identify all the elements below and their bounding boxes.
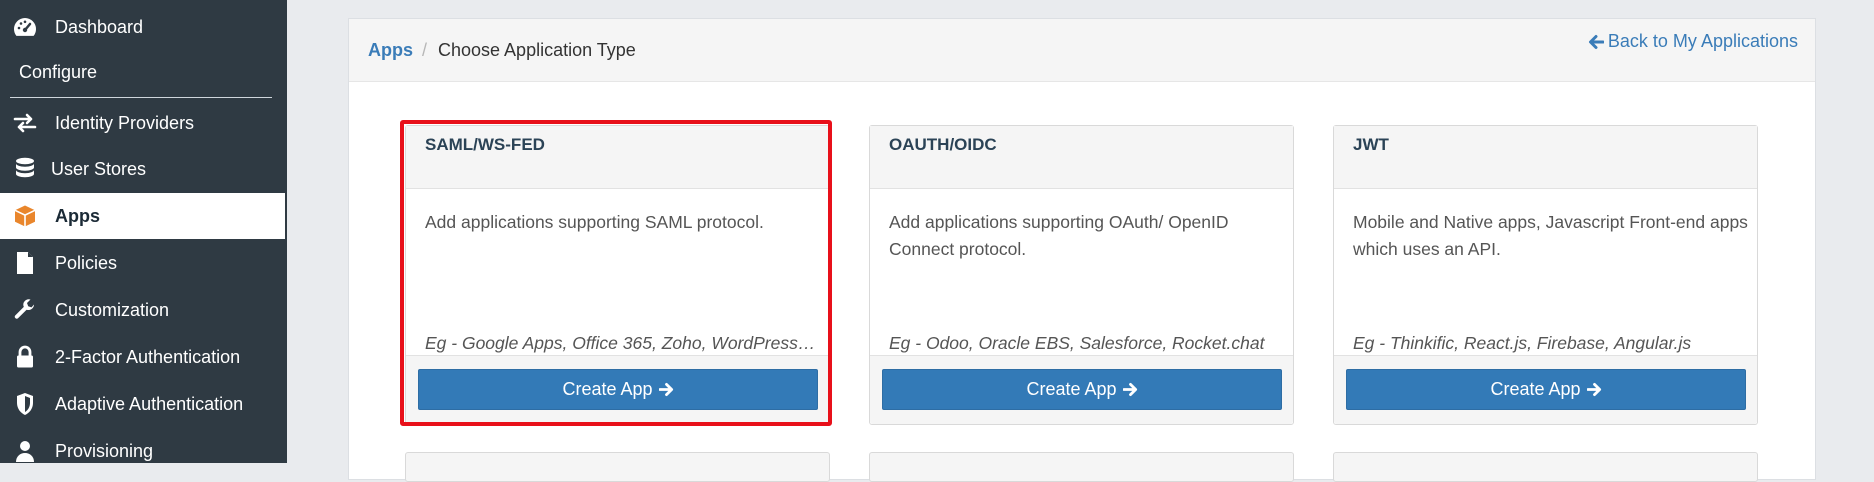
back-link-label: Back to My Applications [1607, 31, 1798, 51]
card-next-row [1333, 452, 1758, 482]
card-examples: Eg - Google Apps, Office 365, Zoho, Word… [425, 333, 820, 353]
card-description: Add applications supporting OAuth/ OpenI… [889, 212, 1229, 259]
card-examples: Eg - Odoo, Oracle EBS, Salesforce, Rocke… [889, 333, 1265, 353]
card-title: OAUTH/OIDC [870, 126, 1293, 189]
document-icon [12, 250, 38, 276]
sidebar-item-label: Customization [55, 299, 170, 320]
sidebar-item-label: Adaptive Authentication [55, 393, 244, 414]
card-footer: Create App [1334, 355, 1757, 424]
sidebar-item-label: Dashboard [55, 16, 144, 37]
create-app-button-jwt[interactable]: Create App [1346, 369, 1746, 410]
sidebar-item-provisioning[interactable]: Provisioning [0, 428, 285, 474]
create-app-label: Create App [1490, 379, 1581, 399]
card-saml-ws-fed: SAML/WS-FED Add applications supporting … [405, 125, 830, 425]
create-app-label: Create App [562, 379, 653, 399]
breadcrumb-current: Choose Application Type [438, 40, 636, 60]
breadcrumb-separator: / [422, 40, 428, 60]
sidebar-item-apps[interactable]: Apps [0, 193, 285, 239]
arrow-right-icon [1122, 382, 1137, 397]
arrow-right-icon [658, 382, 673, 397]
dashboard-icon [12, 14, 38, 40]
database-icon [12, 156, 38, 182]
lock-icon [12, 344, 38, 370]
card-footer: Create App [406, 355, 829, 424]
arrow-right-icon [1586, 382, 1601, 397]
panel-header: Apps / Choose Application Type Back to M… [349, 19, 1815, 82]
sidebar-item-dashboard[interactable]: Dashboard [0, 4, 285, 50]
exchange-icon [12, 110, 38, 136]
card-description: Add applications supporting SAML protoco… [425, 212, 764, 232]
card-examples: Eg - Thinkific, React.js, Firebase, Angu… [1353, 333, 1692, 353]
card-jwt: JWT Mobile and Native apps, Javascript F… [1333, 125, 1758, 425]
create-app-button-oauth[interactable]: Create App [882, 369, 1282, 410]
create-app-label: Create App [1026, 379, 1117, 399]
card-title: JWT [1334, 126, 1757, 189]
sidebar-item-label: Policies [55, 252, 118, 273]
card-next-row [405, 452, 830, 482]
sidebar-item-label: Provisioning [55, 440, 154, 461]
sidebar-item-label: Identity Providers [55, 112, 195, 133]
cube-icon [12, 203, 38, 229]
arrow-left-icon [1588, 34, 1604, 49]
sidebar-item-policies[interactable]: Policies [0, 240, 285, 286]
sidebar-item-adaptive-auth[interactable]: Adaptive Authentication [0, 381, 285, 427]
breadcrumb-apps-link[interactable]: Apps [368, 40, 413, 61]
sidebar-item-label: 2-Factor Authentication [55, 346, 241, 367]
create-app-button-saml[interactable]: Create App [418, 369, 818, 410]
sidebar-item-label: User Stores [51, 158, 147, 179]
card-title: SAML/WS-FED [406, 126, 829, 189]
section-divider [10, 97, 272, 98]
back-to-my-applications-link[interactable]: Back to My Applications [1588, 31, 1798, 52]
sidebar-item-identity-providers[interactable]: Identity Providers [0, 100, 285, 146]
wrench-icon [12, 297, 38, 323]
card-next-row [869, 452, 1294, 482]
card-oauth-oidc: OAUTH/OIDC Add applications supporting O… [869, 125, 1294, 425]
sidebar-item-user-stores[interactable]: User Stores [0, 146, 285, 192]
shield-icon [12, 391, 38, 417]
configure-section-label: Configure [19, 62, 98, 82]
card-description: Mobile and Native apps, Javascript Front… [1353, 212, 1748, 259]
sidebar-item-label: Apps [55, 205, 100, 226]
sidebar-item-2fa[interactable]: 2-Factor Authentication [0, 334, 285, 380]
sidebar-item-customization[interactable]: Customization [0, 287, 285, 333]
card-footer: Create App [870, 355, 1293, 424]
user-icon [12, 438, 38, 464]
sidebar: Dashboard Configure Identity Providers U… [0, 0, 287, 463]
